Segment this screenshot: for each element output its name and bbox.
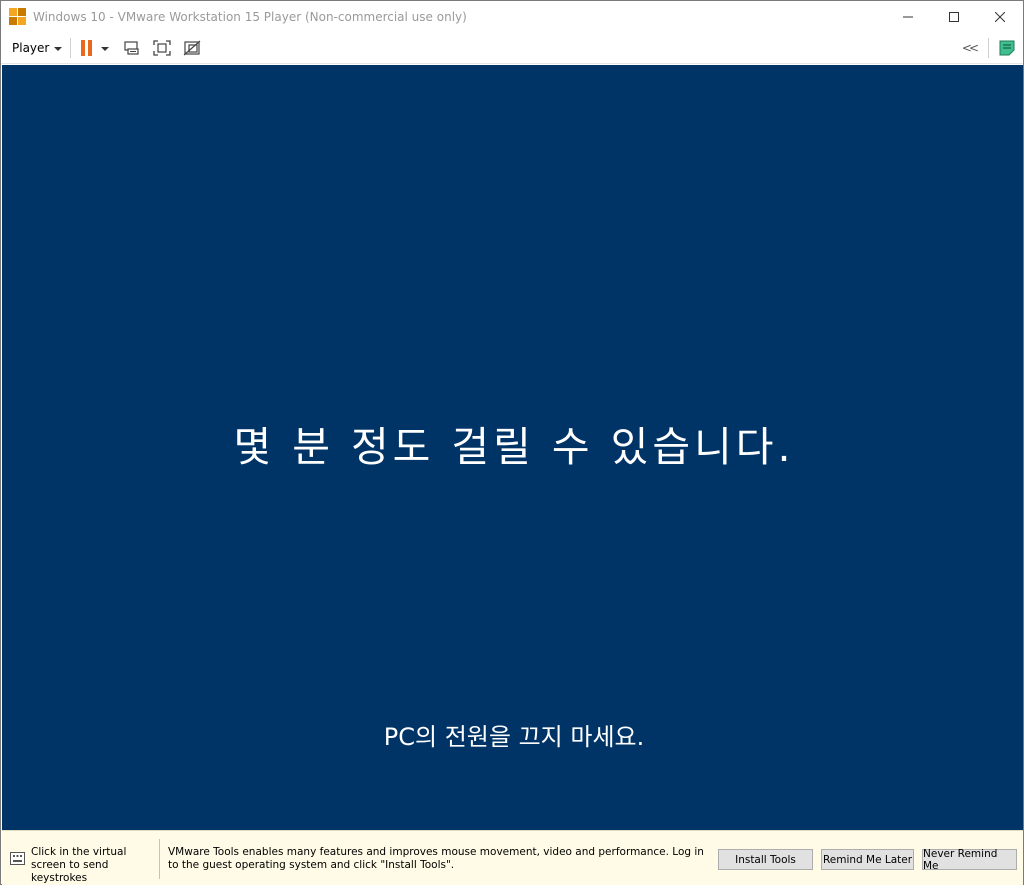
toolbar-right: << — [962, 32, 1015, 64]
toolbar-divider — [70, 37, 72, 58]
minimize-icon — [903, 16, 913, 17]
vmware-tools-message: VMware Tools enables many features and i… — [168, 846, 704, 871]
fullscreen-icon[interactable] — [151, 37, 173, 59]
chevron-down-icon — [54, 46, 63, 51]
notes-icon[interactable] — [999, 40, 1015, 56]
setup-main-message: 몇 분 정도 걸릴 수 있습니다. — [233, 423, 795, 471]
vmware-tools-notification-bar: Click in the virtual screen to send keys… — [2, 830, 1023, 885]
close-icon — [995, 11, 1005, 22]
window-controls — [885, 1, 1023, 32]
never-remind-me-button[interactable]: Never Remind Me — [922, 848, 1017, 872]
notification-divider — [159, 839, 160, 879]
vmware-player-window: Windows 10 - VMware Workstation 15 Playe… — [0, 0, 1024, 885]
maximize-button[interactable] — [931, 1, 977, 32]
keyboard-icon — [10, 852, 25, 865]
keystroke-hint: Click in the virtual screen to send keys… — [31, 846, 127, 884]
close-button[interactable] — [977, 1, 1023, 32]
pause-icon[interactable] — [81, 39, 93, 56]
maximize-icon — [949, 11, 959, 22]
send-ctrl-alt-del-icon[interactable] — [121, 37, 143, 59]
unity-icon[interactable] — [181, 37, 203, 59]
vmware-app-icon — [9, 7, 27, 26]
toolbar-divider — [988, 38, 989, 58]
setup-sub-message: PC의 전원을 끄지 마세요. — [383, 723, 645, 751]
collapse-icon[interactable]: << — [962, 41, 979, 55]
remind-me-later-button[interactable]: Remind Me Later — [821, 849, 914, 870]
install-tools-button[interactable]: Install Tools — [718, 849, 813, 870]
power-dropdown-icon[interactable] — [101, 46, 110, 51]
toolbar: Player << — [1, 32, 1023, 64]
window-title: Windows 10 - VMware Workstation 15 Playe… — [33, 9, 467, 24]
virtual-machine-screen[interactable]: 몇 분 정도 걸릴 수 있습니다. PC의 전원을 끄지 마세요. — [2, 65, 1023, 830]
player-menu[interactable]: Player — [12, 40, 63, 55]
player-menu-label: Player — [12, 40, 50, 55]
title-bar: Windows 10 - VMware Workstation 15 Playe… — [1, 1, 1023, 32]
minimize-button[interactable] — [885, 1, 931, 32]
